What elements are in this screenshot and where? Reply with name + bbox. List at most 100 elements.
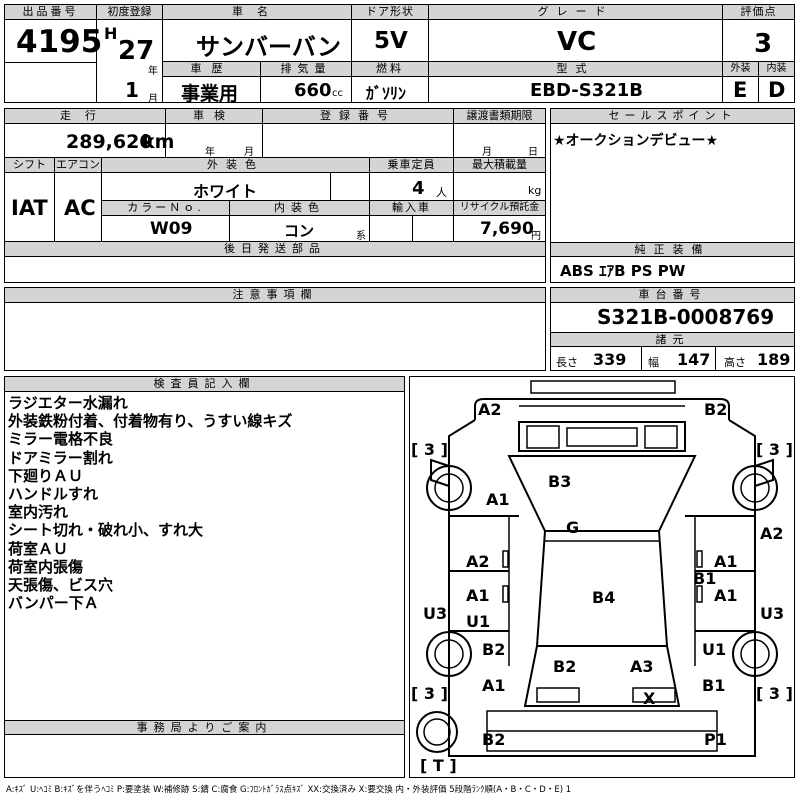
remark-line: 室内汚れ: [8, 503, 69, 522]
sales-point-value: ★オークションデビュー★: [553, 133, 719, 149]
specs-header: 諸元: [551, 332, 794, 347]
first-reg-header: 初度登録: [97, 5, 163, 20]
deadline-month-unit: 月: [482, 147, 492, 158]
sales-point-header: セールスポイント: [551, 109, 794, 124]
width-value: 147: [677, 350, 711, 369]
damage-mark: A1: [714, 586, 738, 605]
car-name-header: 車名: [163, 5, 352, 20]
fuel-value: ｶﾞｿﾘﾝ: [366, 84, 407, 103]
specs-divider-1: [641, 347, 642, 370]
specs-divider-2: [715, 347, 716, 370]
era-value: H: [104, 24, 118, 43]
damage-mark: A1: [466, 586, 490, 605]
interior-grade-value: D: [768, 78, 786, 102]
damage-mark: A2: [466, 552, 490, 571]
notes-header: 注意事項欄: [5, 288, 545, 303]
damage-mark: B2: [553, 657, 577, 676]
transfer-deadline-header: 譲渡書類期限: [454, 109, 545, 124]
fuel-header: 燃料: [352, 62, 429, 77]
exterior-grade-value: E: [733, 78, 748, 102]
history-value: 事業用: [181, 83, 239, 105]
mileage-value: 289,620: [66, 131, 153, 153]
damage-mark: X: [643, 689, 656, 708]
color-no-header: カラーＮｏ.: [102, 201, 230, 216]
mileage-header: 走行: [5, 109, 166, 124]
displacement-header: 排気量: [261, 62, 352, 77]
lot-no-value: 4195: [16, 24, 103, 60]
damage-mark: G: [566, 518, 580, 537]
deadline-day-unit: 日: [528, 147, 538, 158]
car-diagram: [416, 380, 778, 757]
damage-mark: B4: [592, 588, 616, 607]
import-divider: [412, 216, 413, 242]
recycle-unit: 円: [531, 231, 541, 242]
model-header: 型式: [429, 62, 723, 77]
grille: [566, 427, 638, 447]
remark-line: シート切れ・破れ小、すれ大: [8, 521, 204, 540]
damage-mark: P1: [704, 730, 727, 749]
score-header: 評価点: [723, 5, 794, 20]
rear-left-light: [536, 687, 580, 703]
tire-mark-rear-left: [ 3 ]: [411, 684, 448, 703]
lot-no-divider: [5, 62, 97, 63]
right-door-handle: [696, 550, 703, 568]
history-header: 車歴: [163, 62, 261, 77]
recycle-value: 7,690: [480, 219, 534, 239]
capacity-unit: 人: [436, 186, 447, 199]
score-value: 3: [754, 29, 773, 59]
damage-mark: B3: [548, 472, 572, 491]
shift-header: シフト: [5, 158, 55, 173]
max-load-unit: kg: [528, 184, 542, 197]
max-load-header: 最大積載量: [454, 158, 545, 173]
damage-mark: A1: [714, 552, 738, 571]
ext-color-value: ホワイト: [193, 182, 258, 201]
model-value: EBD-S321B: [530, 80, 644, 101]
left-rear-handle: [502, 585, 509, 603]
capacity-value: 4: [412, 178, 425, 199]
remark-line: ハンドルすれ: [8, 485, 99, 504]
damage-mark: B1: [702, 676, 726, 695]
length-value: 339: [593, 350, 627, 369]
right-rear-handle: [696, 585, 703, 603]
length-label: 長さ: [556, 356, 578, 369]
remark-line: ラジエター水漏れ: [8, 394, 128, 412]
chassis-header: 車台番号: [551, 288, 794, 303]
remark-line: ミラー電格不良: [8, 430, 114, 449]
right-headlight: [644, 425, 678, 449]
int-color-unit: 系: [356, 231, 366, 242]
month-value: 1: [125, 78, 139, 102]
width-label: 幅: [648, 356, 659, 369]
remark-line: ドアミラー割れ: [8, 448, 113, 467]
grade-value: VC: [557, 27, 597, 57]
office-header: 事務局よりご案内: [5, 720, 404, 735]
damage-mark: U1: [466, 612, 491, 631]
damage-mark: A1: [482, 676, 506, 695]
inspection-year-unit: 年: [205, 147, 215, 158]
aircon-value: AC: [64, 196, 96, 220]
remark-line: 天張傷、ビス穴: [8, 576, 114, 595]
left-headlight: [526, 425, 560, 449]
damage-mark: A3: [630, 657, 654, 676]
displacement-unit: cc: [332, 88, 343, 99]
remarks-list: ラジエター水漏れ 外装鉄粉付着、付着物有り、うすい線キズ ミラー電格不良 ドアミ…: [8, 394, 292, 612]
damage-mark: A2: [760, 524, 784, 543]
year-unit: 年: [148, 66, 158, 77]
spare-tire: [416, 711, 458, 753]
reg-no-header: 登録番号: [263, 109, 454, 124]
remark-line: バンパー下Ａ: [8, 594, 99, 613]
damage-mark: A1: [486, 490, 510, 509]
ext-color-header: 外装色: [102, 158, 370, 173]
door-header: ドア形状: [352, 5, 429, 20]
options-value: ABS ｴｱB PS PW: [560, 262, 686, 280]
exterior-grade-header: 外装: [723, 62, 759, 77]
ext-color-divider: [330, 173, 331, 201]
tire-mark-rear-right: [ 3 ]: [756, 684, 793, 703]
interior-grade-header: 内装: [759, 62, 794, 77]
left-door-handle: [502, 550, 509, 568]
later-parts-header: 後日発送部品: [5, 242, 545, 257]
damage-mark: B2: [482, 640, 506, 659]
options-header: 純正装備: [551, 242, 794, 257]
reg-no-cell: [263, 124, 454, 158]
displacement-value: 660: [294, 80, 332, 101]
front-bumper-strip: [530, 380, 676, 394]
